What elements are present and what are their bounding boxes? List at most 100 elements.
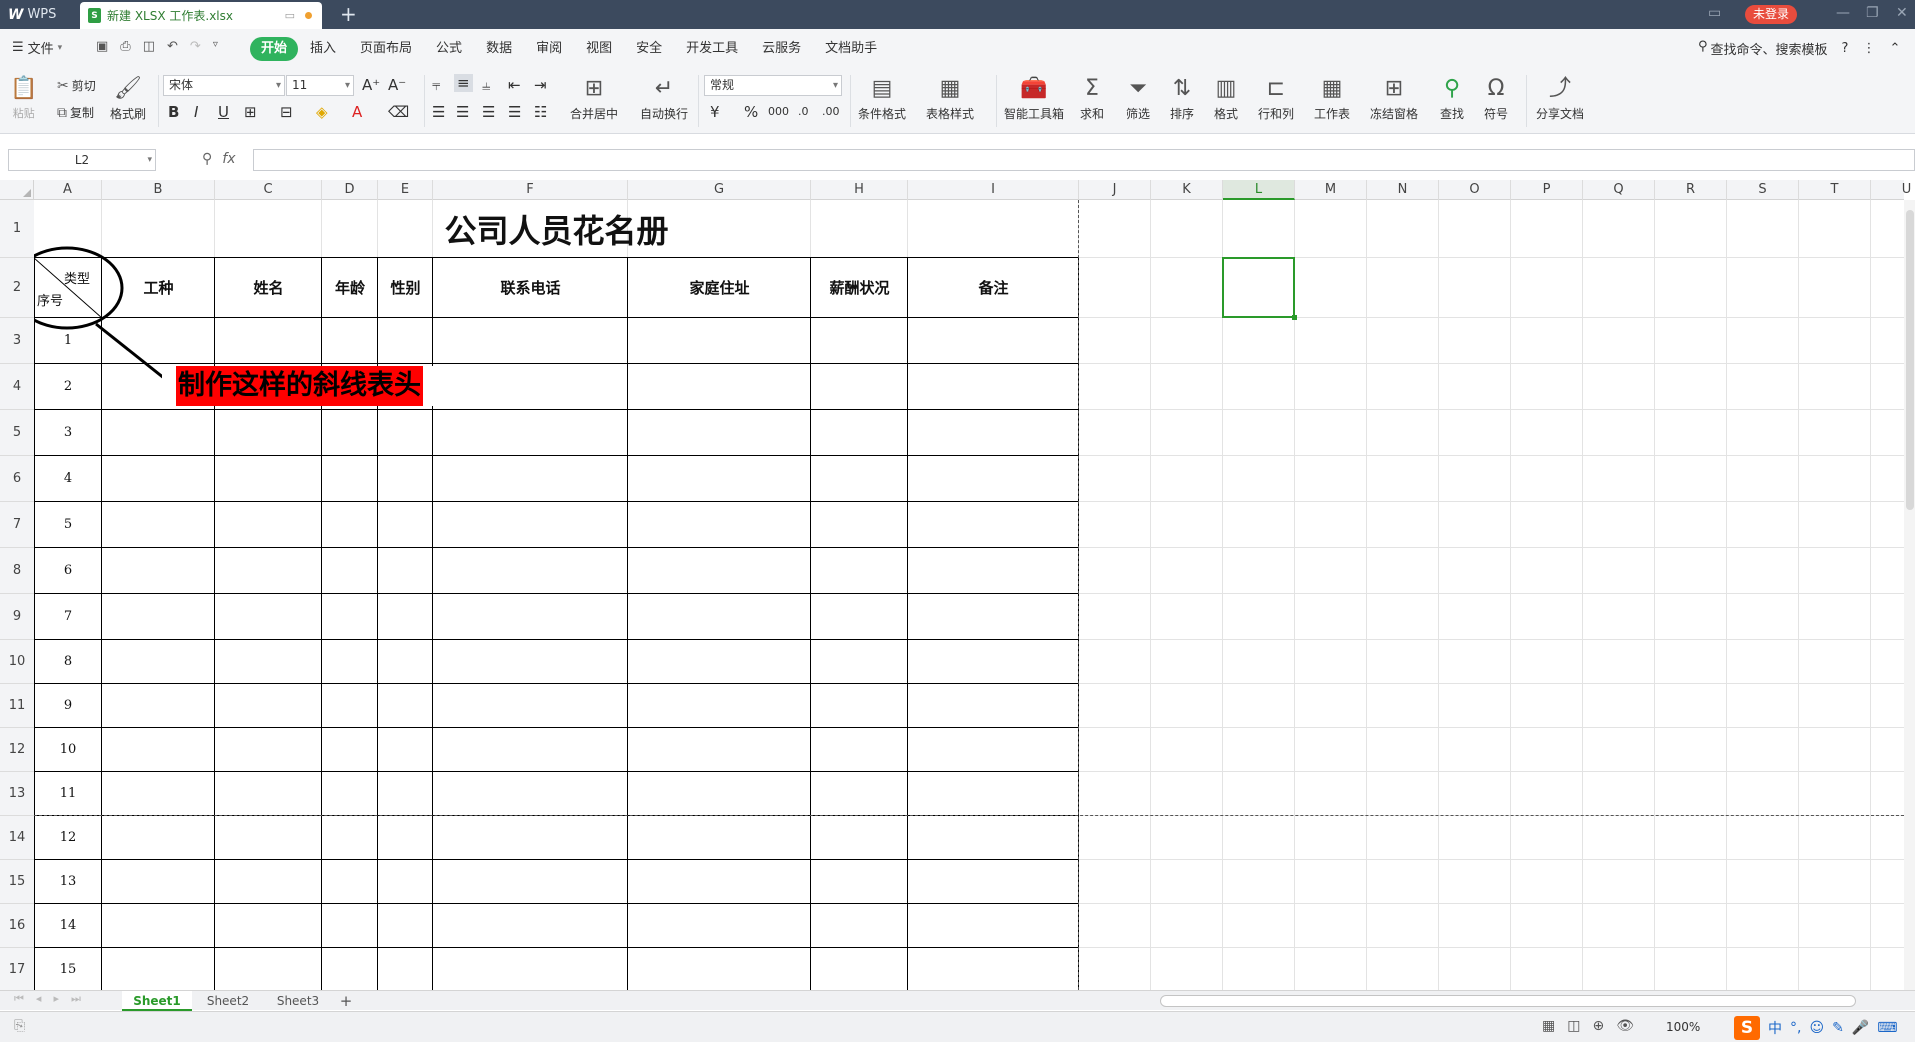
menu-tab-security[interactable]: 安全 <box>624 37 674 61</box>
select-all-corner[interactable] <box>0 180 34 200</box>
freeze-panes-button[interactable]: ⊞ 冻结窗格 <box>1370 75 1418 122</box>
sum-button[interactable]: Σ 求和 <box>1080 75 1104 122</box>
page-layout-view-icon[interactable]: ⊕ <box>1592 1018 1604 1034</box>
zoom-level[interactable]: 100% <box>1666 1020 1700 1034</box>
row-header-9[interactable]: 9 <box>0 594 34 640</box>
column-header-r[interactable]: R <box>1655 180 1727 200</box>
page-break-view-icon[interactable]: ◫ <box>1567 1018 1580 1034</box>
row-header-6[interactable]: 6 <box>0 456 34 502</box>
prev-sheet-icon[interactable]: ◂ <box>36 992 42 1006</box>
row-header-15[interactable]: 15 <box>0 860 34 904</box>
increase-font-icon[interactable]: A⁺ <box>362 76 380 94</box>
first-sheet-icon[interactable]: ⏮ <box>14 992 24 1006</box>
redo-icon[interactable]: ↷ <box>190 39 201 54</box>
file-menu[interactable]: ☰ 文件 ▾ <box>12 38 62 57</box>
percent-icon[interactable]: % <box>744 103 758 121</box>
menu-tab-developer[interactable]: 开发工具 <box>674 37 750 61</box>
document-tab[interactable]: S 新建 XLSX 工作表.xlsx ▭ <box>80 2 322 29</box>
decrease-decimal-icon[interactable]: .00 <box>822 105 840 118</box>
column-header-s[interactable]: S <box>1727 180 1799 200</box>
share-button[interactable]: ⤴ 分享文档 <box>1536 75 1584 122</box>
normal-view-icon[interactable]: ▦ <box>1542 1018 1555 1034</box>
filter-button[interactable]: ⏷ 筛选 <box>1126 75 1150 122</box>
column-header-h[interactable]: H <box>811 180 908 200</box>
align-center-icon[interactable]: ☰ <box>456 103 469 121</box>
cell-grid[interactable]: 公司人员花名册 类型 序号 工种 姓名 年龄 性别 联系电话 家庭住址 薪酬状况 备注 1 2 3 4 5 6 7… <box>34 200 1904 990</box>
menu-tab-review[interactable]: 审阅 <box>524 37 574 61</box>
row-header-2[interactable]: 2 <box>0 258 34 318</box>
font-size-select[interactable]: 11 <box>286 75 354 96</box>
increase-decimal-icon[interactable]: .0 <box>798 105 809 118</box>
zoom-formula-icon[interactable]: ⚲ <box>202 151 212 167</box>
column-header-d[interactable]: D <box>322 180 378 200</box>
conditional-format-button[interactable]: ▤ 条件格式 <box>858 75 906 122</box>
column-header-b[interactable]: B <box>102 180 215 200</box>
menu-tab-formula[interactable]: 公式 <box>424 37 474 61</box>
help-icon[interactable]: ? <box>1842 41 1849 56</box>
indent-decrease-icon[interactable]: ⇤ <box>508 76 521 94</box>
cell-style-icon[interactable]: ⊟ <box>280 103 293 121</box>
column-header-k[interactable]: K <box>1151 180 1223 200</box>
customize-toolbar-icon[interactable]: ▿ <box>213 39 218 54</box>
row-col-button[interactable]: ⊏ 行和列 <box>1258 75 1294 122</box>
align-bottom-icon[interactable]: ⫨ <box>482 76 490 94</box>
window-mode-icon[interactable]: ▭ <box>1708 5 1721 21</box>
italic-icon[interactable]: I <box>194 103 198 121</box>
menu-tab-view[interactable]: 视图 <box>574 37 624 61</box>
column-header-p[interactable]: P <box>1511 180 1583 200</box>
column-header-a[interactable]: A <box>34 180 102 200</box>
menu-tab-cloud[interactable]: 云服务 <box>750 37 813 61</box>
emoji-icon[interactable]: ☺ <box>1809 1020 1824 1036</box>
new-tab-button[interactable]: + <box>340 3 357 25</box>
restore-icon[interactable]: ❐ <box>1866 5 1879 21</box>
justify-icon[interactable]: ☰ <box>508 103 521 121</box>
align-left-icon[interactable]: ☰ <box>432 103 445 121</box>
align-middle-icon[interactable]: ≡ <box>454 74 473 92</box>
font-color-icon[interactable]: A <box>352 103 362 121</box>
format-button[interactable]: ▥ 格式 <box>1214 75 1238 122</box>
symbol-button[interactable]: Ω 符号 <box>1484 75 1508 122</box>
column-header-t[interactable]: T <box>1799 180 1871 200</box>
smart-toolbox-button[interactable]: 🧰 智能工具箱 <box>1004 75 1064 122</box>
command-search[interactable]: ⚲ 查找命令、搜索模板 <box>1698 39 1828 58</box>
fx-icon[interactable]: fx <box>222 151 235 167</box>
column-header-j[interactable]: J <box>1079 180 1151 200</box>
row-header-14[interactable]: 14 <box>0 816 34 860</box>
row-header-3[interactable]: 3 <box>0 318 34 364</box>
row-header-12[interactable]: 12 <box>0 728 34 772</box>
align-top-icon[interactable]: ⫧ <box>432 76 440 94</box>
more-icon[interactable]: ⋮ <box>1862 41 1875 56</box>
horizontal-scrollbar[interactable] <box>1160 995 1856 1007</box>
name-box[interactable]: L2 <box>8 149 156 171</box>
voice-icon[interactable]: 🎤 <box>1852 1020 1869 1036</box>
currency-icon[interactable]: ¥ <box>710 103 720 121</box>
row-header-11[interactable]: 11 <box>0 684 34 728</box>
format-painter-button[interactable]: 🖌 格式刷 <box>110 75 146 122</box>
keyboard-icon[interactable]: ⌨ <box>1877 1020 1897 1036</box>
column-header-g[interactable]: G <box>628 180 811 200</box>
column-header-i[interactable]: I <box>908 180 1079 200</box>
column-header-u[interactable]: U <box>1871 180 1915 200</box>
row-header-5[interactable]: 5 <box>0 410 34 456</box>
ime-mode[interactable]: 中 <box>1768 1018 1782 1038</box>
thousands-icon[interactable]: 000 <box>768 105 789 118</box>
underline-icon[interactable]: U <box>218 103 229 121</box>
row-header-13[interactable]: 13 <box>0 772 34 816</box>
column-header-l[interactable]: L <box>1223 180 1295 200</box>
decrease-font-icon[interactable]: A⁻ <box>388 76 406 94</box>
align-right-icon[interactable]: ☰ <box>482 103 495 121</box>
close-icon[interactable]: ✕ <box>1896 5 1908 21</box>
row-header-4[interactable]: 4 <box>0 364 34 410</box>
fill-color-icon[interactable]: ◈ <box>316 103 328 121</box>
menu-tab-page-layout[interactable]: 页面布局 <box>348 37 424 61</box>
column-header-f[interactable]: F <box>433 180 628 200</box>
vertical-scrollbar[interactable] <box>1904 200 1915 990</box>
bold-icon[interactable]: B <box>168 103 179 121</box>
font-name-select[interactable]: 宋体 <box>163 75 285 96</box>
number-format-select[interactable]: 常规 <box>704 75 842 96</box>
cut-button[interactable]: ✂ 剪切 <box>57 77 96 94</box>
row-header-8[interactable]: 8 <box>0 548 34 594</box>
row-header-17[interactable]: 17 <box>0 948 34 992</box>
sogou-logo-icon[interactable]: S <box>1734 1016 1760 1040</box>
reading-view-icon[interactable]: 👁 <box>1616 1018 1634 1034</box>
